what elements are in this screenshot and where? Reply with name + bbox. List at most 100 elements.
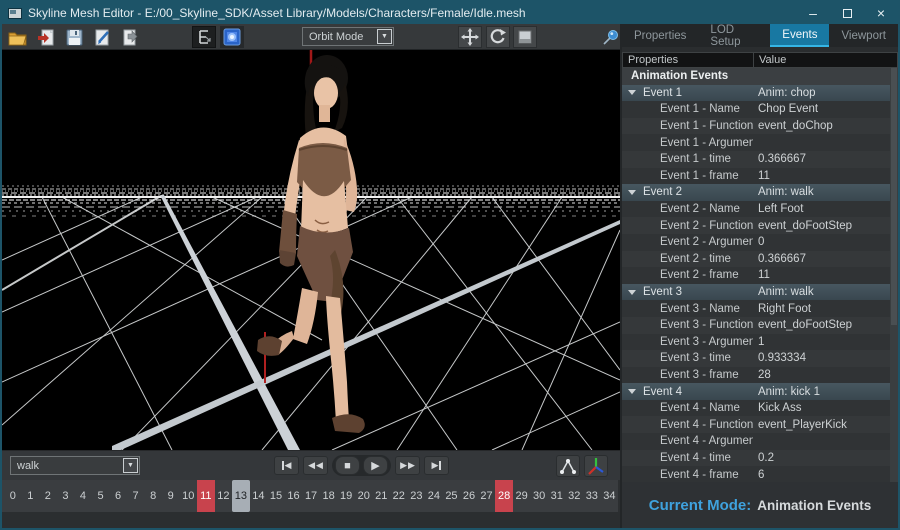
tab-events[interactable]: Events xyxy=(770,24,829,47)
timeline-frame-27[interactable]: 27 xyxy=(478,480,496,512)
timeline-frame-29[interactable]: 29 xyxy=(513,480,531,512)
event-property-row[interactable]: Event 4 - frame6 xyxy=(622,466,890,482)
table-scrollbar[interactable] xyxy=(890,68,898,482)
timeline-frame-15[interactable]: 15 xyxy=(267,480,285,512)
timeline-frame-10[interactable]: 10 xyxy=(179,480,197,512)
minimize-button[interactable]: – xyxy=(796,2,830,24)
event-property-row[interactable]: Event 1 - time0.366667 xyxy=(622,151,890,168)
timeline-frame-16[interactable]: 16 xyxy=(285,480,303,512)
animation-select[interactable]: walk ▼ xyxy=(10,456,140,475)
event-property-row[interactable]: Event 4 - NameKick Ass xyxy=(622,400,890,417)
play-button[interactable]: ▶ xyxy=(363,456,388,475)
event-parent-row[interactable]: Event 2Anim: walk xyxy=(622,184,890,201)
maximize-button[interactable] xyxy=(830,2,864,24)
group-header-row[interactable]: Animation Events xyxy=(622,68,890,85)
timeline-frame-2[interactable]: 2 xyxy=(39,480,57,512)
event-parent-row[interactable]: Event 4Anim: kick 1 xyxy=(622,383,890,400)
rewind-button[interactable]: ◀◀ xyxy=(303,456,328,475)
event-property-row[interactable]: Event 2 - Functionevent_doFootStep xyxy=(622,217,890,234)
timeline-frame-12[interactable]: 12 xyxy=(215,480,233,512)
move-button[interactable] xyxy=(458,26,482,48)
timeline-frame-19[interactable]: 19 xyxy=(337,480,355,512)
property-label: Event 2 - Argument xyxy=(622,236,753,248)
chevron-down-icon[interactable] xyxy=(628,290,636,295)
timeline-frame-33[interactable]: 33 xyxy=(583,480,601,512)
timeline-frame-4[interactable]: 4 xyxy=(74,480,92,512)
timeline-frame-26[interactable]: 26 xyxy=(460,480,478,512)
event-parent-row[interactable]: Event 1Anim: chop xyxy=(622,85,890,102)
timeline-frame-9[interactable]: 9 xyxy=(162,480,180,512)
timeline-frame-32[interactable]: 32 xyxy=(566,480,584,512)
timeline-frame-6[interactable]: 6 xyxy=(109,480,127,512)
event-property-row[interactable]: Event 3 - Argument1 xyxy=(622,334,890,351)
edit-button[interactable] xyxy=(90,26,114,48)
timeline-frame-28[interactable]: 28 xyxy=(495,480,513,512)
event-property-row[interactable]: Event 3 - time0.933334 xyxy=(622,350,890,367)
event-property-row[interactable]: Event 4 - Argument xyxy=(622,433,890,450)
timeline-frame-1[interactable]: 1 xyxy=(22,480,40,512)
event-property-row[interactable]: Event 1 - Argument xyxy=(622,134,890,151)
timeline-frame-23[interactable]: 23 xyxy=(408,480,426,512)
tab-properties[interactable]: Properties xyxy=(622,24,698,47)
event-property-row[interactable]: Event 2 - time0.366667 xyxy=(622,251,890,268)
save-button[interactable] xyxy=(62,26,86,48)
skip-start-button[interactable]: ◀ xyxy=(274,456,299,475)
timeline-frame-18[interactable]: 18 xyxy=(320,480,338,512)
viewport-3d[interactable] xyxy=(2,50,620,450)
timeline-frame-22[interactable]: 22 xyxy=(390,480,408,512)
open-folder-button[interactable] xyxy=(6,26,30,48)
close-button[interactable]: × xyxy=(864,2,898,24)
timeline-frame-17[interactable]: 17 xyxy=(302,480,320,512)
event-property-row[interactable]: Event 3 - Functionevent_doFootStep xyxy=(622,317,890,334)
bone-hierarchy-button[interactable] xyxy=(556,455,580,477)
timeline-frame-5[interactable]: 5 xyxy=(92,480,110,512)
import-button[interactable] xyxy=(34,26,58,48)
event-property-row[interactable]: Event 3 - frame28 xyxy=(622,367,890,384)
rotate-button[interactable] xyxy=(486,26,510,48)
event-parent-row[interactable]: Event 3Anim: walk xyxy=(622,284,890,301)
scrollbar-thumb[interactable] xyxy=(891,68,897,325)
skeleton-toggle-button[interactable] xyxy=(192,26,216,48)
chevron-down-icon[interactable] xyxy=(628,90,636,95)
event-property-row[interactable]: Event 4 - Functionevent_PlayerKick xyxy=(622,416,890,433)
light-toggle-button[interactable] xyxy=(220,26,244,48)
timeline-frame-14[interactable]: 14 xyxy=(250,480,268,512)
timeline-frame-3[interactable]: 3 xyxy=(57,480,75,512)
timeline-frame-0[interactable]: 0 xyxy=(4,480,22,512)
timeline-frame-25[interactable]: 25 xyxy=(443,480,461,512)
tab-lod-setup[interactable]: LOD Setup xyxy=(698,24,770,47)
axis-gizmo-button[interactable] xyxy=(584,455,608,477)
tab-viewport[interactable]: Viewport xyxy=(829,24,898,47)
timeline-frame-21[interactable]: 21 xyxy=(372,480,390,512)
timeline-frame-7[interactable]: 7 xyxy=(127,480,145,512)
chevron-down-icon[interactable] xyxy=(628,190,636,195)
event-property-row[interactable]: Event 1 - Functionevent_doChop xyxy=(622,118,890,135)
orbit-mode-select[interactable]: Orbit Mode ▼ xyxy=(302,27,394,46)
chevron-down-icon[interactable] xyxy=(628,389,636,394)
timeline-frame-24[interactable]: 24 xyxy=(425,480,443,512)
stop-button[interactable]: ■ xyxy=(335,456,360,475)
event-property-row[interactable]: Event 3 - NameRight Foot xyxy=(622,300,890,317)
timeline-frame-8[interactable]: 8 xyxy=(144,480,162,512)
timeline-frame-30[interactable]: 30 xyxy=(530,480,548,512)
fast-forward-button[interactable]: ▶▶ xyxy=(395,456,420,475)
timeline-frame-11[interactable]: 11 xyxy=(197,480,215,512)
column-header-properties[interactable]: Properties xyxy=(623,53,754,67)
column-header-value[interactable]: Value xyxy=(754,53,897,67)
pin-button[interactable] xyxy=(598,26,622,48)
chevron-down-icon[interactable]: ▼ xyxy=(123,458,138,473)
export-button[interactable] xyxy=(118,26,142,48)
scale-button[interactable] xyxy=(513,26,537,48)
event-property-row[interactable]: Event 1 - NameChop Event xyxy=(622,101,890,118)
skip-end-button[interactable]: ▶ xyxy=(424,456,449,475)
event-property-row[interactable]: Event 2 - frame11 xyxy=(622,267,890,284)
timeline-frame-34[interactable]: 34 xyxy=(601,480,619,512)
event-property-row[interactable]: Event 4 - time0.2 xyxy=(622,450,890,467)
event-property-row[interactable]: Event 1 - frame11 xyxy=(622,168,890,185)
timeline-frame-13[interactable]: 13 xyxy=(232,480,250,512)
event-property-row[interactable]: Event 2 - NameLeft Foot xyxy=(622,201,890,218)
event-property-row[interactable]: Event 2 - Argument0 xyxy=(622,234,890,251)
chevron-down-icon[interactable]: ▼ xyxy=(377,29,392,44)
timeline-frame-31[interactable]: 31 xyxy=(548,480,566,512)
timeline-frame-20[interactable]: 20 xyxy=(355,480,373,512)
